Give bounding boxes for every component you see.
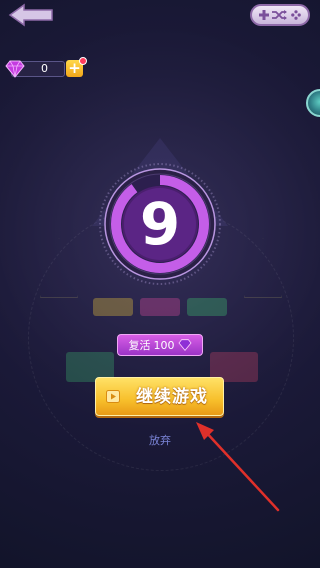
shuffle-icon <box>271 10 287 20</box>
back-button[interactable] <box>8 3 54 27</box>
gamepad-icon <box>259 10 270 20</box>
annotation-arrow <box>196 422 280 512</box>
gem-count: 0 <box>41 62 48 75</box>
gem-counter: 0 + <box>5 57 87 79</box>
revive-button[interactable]: 复活 100 <box>117 334 203 356</box>
background-tetrahedron-right <box>244 238 282 298</box>
continue-game-label: 继续游戏 <box>136 387 208 407</box>
background-tetrahedron-left <box>40 238 78 298</box>
gem-icon <box>5 60 25 78</box>
buttons-icon <box>290 10 301 20</box>
revive-cost: 100 <box>153 338 175 352</box>
continue-game-button[interactable]: 继续游戏 <box>95 377 224 416</box>
back-arrow-icon <box>8 3 53 27</box>
shuffle-button[interactable] <box>250 4 310 26</box>
background-tile <box>187 298 227 316</box>
background-tile <box>140 298 180 316</box>
countdown-number: 9 <box>139 190 181 258</box>
video-icon <box>106 390 120 403</box>
background-tile <box>93 298 133 316</box>
side-menu-toggle[interactable] <box>306 89 320 117</box>
revive-label: 复活 <box>128 339 151 352</box>
countdown-timer: 9 <box>98 162 222 286</box>
notification-dot <box>79 57 87 65</box>
give-up-link[interactable]: 放弃 <box>137 432 183 450</box>
gem-icon <box>177 339 192 351</box>
